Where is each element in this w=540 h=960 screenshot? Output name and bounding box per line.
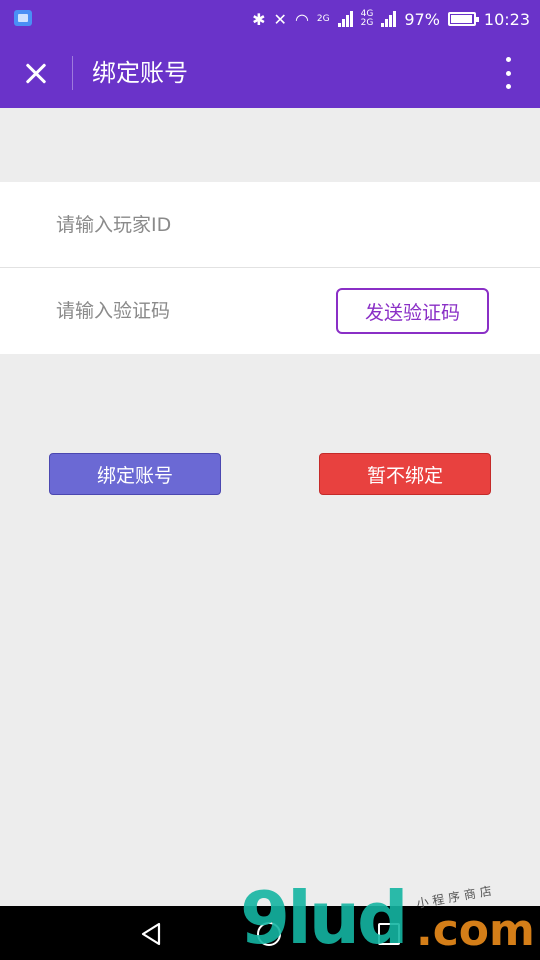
more-vert-icon[interactable] (498, 57, 518, 89)
sim2-label: 2G (316, 13, 330, 24)
home-icon[interactable] (257, 922, 281, 946)
app-bar: 绑定账号 (0, 38, 540, 108)
signal-icon (337, 11, 353, 27)
page-title: 绑定账号 (92, 59, 188, 87)
send-code-button[interactable]: 发送验证码 (336, 288, 489, 334)
bind-account-button[interactable]: 绑定账号 (49, 453, 221, 495)
gallery-notification-icon (14, 10, 32, 26)
network-type: 4G 2G (360, 9, 374, 28)
clock: 10:23 (483, 9, 530, 29)
close-icon[interactable] (16, 53, 56, 93)
code-row: 发送验证码 (0, 268, 540, 354)
status-icons: ✱ ✕ ◠ 2G 4G 2G 97% 10:23 (252, 0, 530, 38)
battery-icon (447, 12, 479, 26)
system-nav-bar (0, 906, 540, 960)
back-icon[interactable] (138, 921, 164, 947)
status-bar: ✱ ✕ ◠ 2G 4G 2G 97% 10:23 (0, 0, 540, 38)
wifi-icon: ◠ (294, 9, 309, 29)
battery-percent: 97% (404, 9, 440, 29)
bluetooth-icon: ✱ (252, 9, 266, 29)
vibrate-off-icon: ✕ (273, 9, 287, 29)
verification-code-input[interactable] (56, 296, 316, 326)
player-id-input[interactable] (56, 210, 316, 240)
bind-form: 发送验证码 (0, 182, 540, 354)
player-id-row (0, 182, 540, 268)
recents-icon[interactable] (378, 923, 400, 945)
appbar-divider (72, 56, 73, 90)
skip-bind-button[interactable]: 暂不绑定 (319, 453, 491, 495)
signal-icon-2 (381, 11, 397, 27)
